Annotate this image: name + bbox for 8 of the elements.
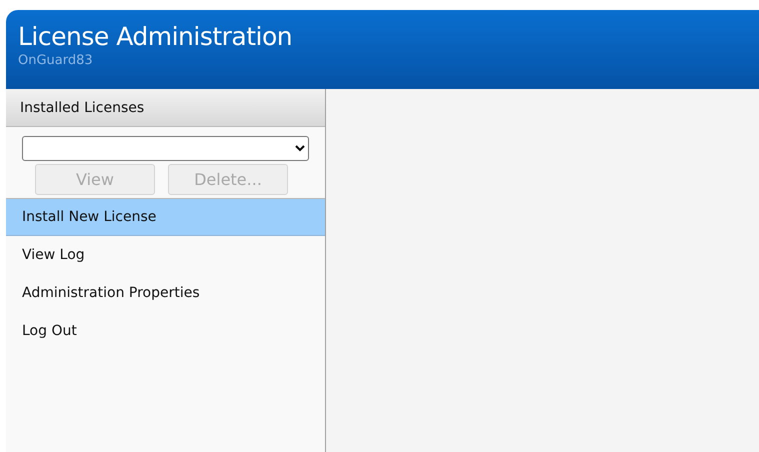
app-title: License Administration: [18, 22, 294, 52]
menu-item[interactable]: Administration Properties: [6, 274, 325, 312]
license-select[interactable]: [22, 136, 309, 161]
menu-item[interactable]: Log Out: [6, 312, 325, 350]
section-title: Installed Licenses: [20, 100, 144, 116]
menu-item[interactable]: View Log: [6, 236, 325, 274]
server-name: OnGuard83: [18, 52, 94, 69]
menu-item[interactable]: Install New License: [6, 199, 325, 236]
